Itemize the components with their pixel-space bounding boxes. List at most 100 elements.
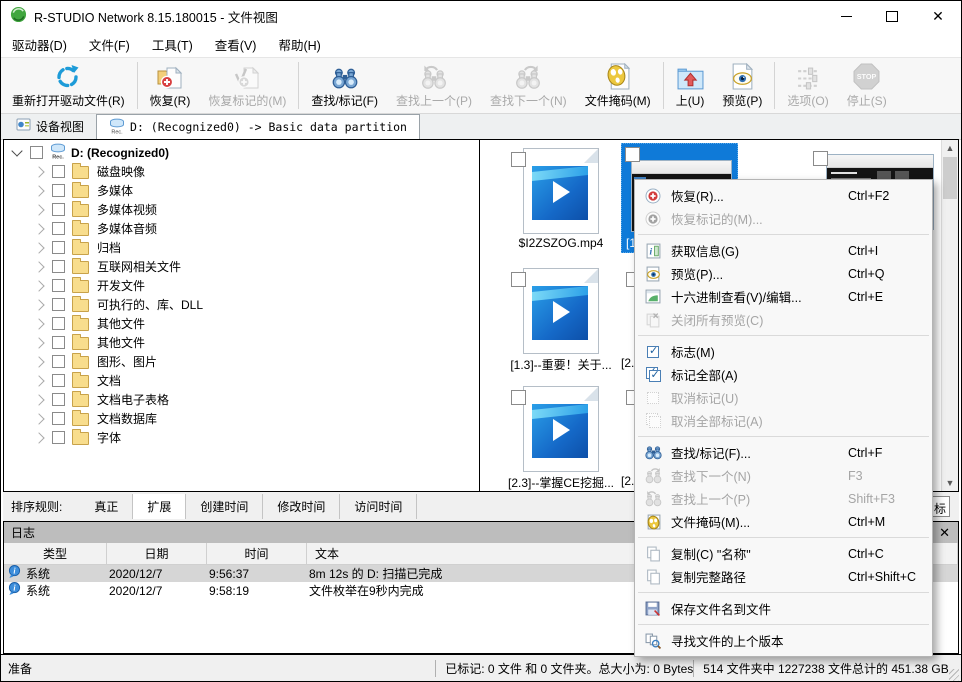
menu-drive[interactable]: 驱动器(D) — [1, 31, 78, 58]
resize-grip[interactable] — [949, 669, 959, 681]
tree-item-folder[interactable]: 可执行的、库、DLL — [4, 295, 479, 314]
checkbox[interactable] — [511, 152, 526, 167]
checkbox[interactable] — [813, 151, 828, 166]
menu-item-get-info[interactable]: i 获取信息(G)Ctrl+I — [635, 239, 932, 262]
chevron-right-icon[interactable] — [33, 432, 44, 443]
menu-tools[interactable]: 工具(T) — [141, 31, 204, 58]
tree-item-folder[interactable]: 其他文件 — [4, 333, 479, 352]
tab-recognized-partition[interactable]: Rec. D: (Recognized0) -> Basic data part… — [96, 114, 420, 139]
close-button[interactable]: ✕ — [915, 1, 961, 31]
checkbox[interactable] — [52, 355, 65, 368]
sort-tab-extensions[interactable]: 扩展 — [133, 494, 186, 519]
chevron-right-icon[interactable] — [33, 204, 44, 215]
menu-item-find-next[interactable]: 查找下一个(N)F3 — [635, 464, 932, 487]
checkbox[interactable] — [52, 412, 65, 425]
menu-item-unmark[interactable]: 取消标记(U) — [635, 386, 932, 409]
tree-item-folder[interactable]: 归档 — [4, 238, 479, 257]
checkbox[interactable] — [52, 431, 65, 444]
chevron-right-icon[interactable] — [33, 261, 44, 272]
sort-tab-modification-time[interactable]: 修改时间 — [263, 494, 340, 519]
checkbox[interactable] — [52, 298, 65, 311]
tab-device-view[interactable]: 设备视图 — [4, 114, 96, 139]
checkbox[interactable] — [52, 279, 65, 292]
checkbox[interactable] — [52, 241, 65, 254]
menu-item-recover[interactable]: 恢复(R)...Ctrl+F2 — [635, 184, 932, 207]
menu-item-close-all-previews[interactable]: 关闭所有预览(C) — [635, 308, 932, 331]
menu-item-mark[interactable]: 标志(M) — [635, 340, 932, 363]
tree-item-folder[interactable]: 文档电子表格 — [4, 390, 479, 409]
toolbar-button-recover[interactable]: 恢复(R) — [141, 58, 200, 113]
scroll-down-icon[interactable]: ▼ — [942, 475, 958, 491]
toolbar-button-preview[interactable]: 预览(P) — [713, 58, 771, 113]
checkbox[interactable] — [52, 336, 65, 349]
tree-item-folder[interactable]: 多媒体视频 — [4, 200, 479, 219]
menu-item-recover-marked[interactable]: 恢复标记的(M)... — [635, 207, 932, 230]
scroll-up-icon[interactable]: ▲ — [942, 140, 958, 156]
toolbar-button-file-mask[interactable]: 文件掩码(M) — [576, 58, 660, 113]
menu-item-mark-all[interactable]: 标记全部(A) — [635, 363, 932, 386]
log-column-time[interactable]: 时间 — [207, 543, 307, 564]
checkbox[interactable] — [511, 390, 526, 405]
menu-item-save-filenames[interactable]: 保存文件名到文件 — [635, 597, 932, 620]
log-column-date[interactable]: 日期 — [107, 543, 207, 564]
tree-item-folder[interactable]: 其他文件 — [4, 314, 479, 333]
checkbox[interactable] — [30, 146, 43, 159]
checkbox[interactable] — [52, 184, 65, 197]
chevron-right-icon[interactable] — [33, 394, 44, 405]
tree-root-drive[interactable]: Rec. D: (Recognized0) — [4, 143, 479, 162]
menu-file[interactable]: 文件(F) — [78, 31, 141, 58]
menu-item-copy-name[interactable]: 复制(C) "名称"Ctrl+C — [635, 542, 932, 565]
menu-view[interactable]: 查看(V) — [204, 31, 268, 58]
chevron-right-icon[interactable] — [33, 166, 44, 177]
checkbox[interactable] — [511, 272, 526, 287]
tree-item-folder[interactable]: 磁盘映像 — [4, 162, 479, 181]
checkbox[interactable] — [52, 393, 65, 406]
chevron-right-icon[interactable] — [33, 375, 44, 386]
menu-item-hex-view[interactable]: 十六进制查看(V)/编辑...Ctrl+E — [635, 285, 932, 308]
checkbox[interactable] — [52, 260, 65, 273]
tree-item-folder[interactable]: 开发文件 — [4, 276, 479, 295]
checkbox[interactable] — [52, 317, 65, 330]
sort-tab-access-time[interactable]: 访问时间 — [340, 494, 417, 519]
tree-item-folder[interactable]: 图形、图片 — [4, 352, 479, 371]
log-close-icon[interactable]: ✕ — [939, 525, 950, 541]
menu-item-find-previous[interactable]: 查找上一个(P)Shift+F3 — [635, 487, 932, 510]
chevron-right-icon[interactable] — [33, 299, 44, 310]
menu-item-file-mask[interactable]: 文件掩码(M)...Ctrl+M — [635, 510, 932, 533]
toolbar-button-reopen-drive-files[interactable]: 重新打开驱动文件(R) — [3, 58, 134, 113]
tree-item-folder[interactable]: 多媒体音频 — [4, 219, 479, 238]
checkbox[interactable] — [52, 203, 65, 216]
checkbox[interactable] — [52, 374, 65, 387]
menu-item-preview[interactable]: 预览(P)...Ctrl+Q — [635, 262, 932, 285]
chevron-right-icon[interactable] — [33, 242, 44, 253]
file-item[interactable]: [2.3]--掌握CE挖掘... — [490, 382, 632, 494]
vertical-scrollbar[interactable]: ▲ ▼ — [941, 140, 958, 491]
chevron-right-icon[interactable] — [33, 223, 44, 234]
file-item[interactable]: $I2ZSZOG.mp4 — [490, 144, 632, 256]
toolbar-button-up[interactable]: 上(U) — [667, 58, 714, 113]
sort-tab-creation-time[interactable]: 创建时间 — [186, 494, 263, 519]
menu-item-unmark-all[interactable]: 取消全部标记(A) — [635, 409, 932, 432]
tree-item-folder[interactable]: 字体 — [4, 428, 479, 447]
tree-item-folder[interactable]: 文档 — [4, 371, 479, 390]
chevron-right-icon[interactable] — [33, 318, 44, 329]
menu-item-find-previous-versions[interactable]: 寻找文件的上个版本 — [635, 629, 932, 652]
chevron-right-icon[interactable] — [33, 280, 44, 291]
sort-tab-real[interactable]: 真正 — [80, 494, 133, 519]
minimize-button[interactable] — [823, 1, 869, 31]
tree-item-folder[interactable]: 文档数据库 — [4, 409, 479, 428]
checkbox[interactable] — [52, 165, 65, 178]
log-column-type[interactable]: 类型 — [4, 543, 107, 564]
chevron-right-icon[interactable] — [33, 337, 44, 348]
file-item[interactable]: [1.3]--重要！关于... — [490, 264, 632, 376]
menu-help[interactable]: 帮助(H) — [267, 31, 331, 58]
toolbar-button-find-mark[interactable]: 查找/标记(F) — [302, 58, 387, 113]
menu-item-copy-full-path[interactable]: 复制完整路径Ctrl+Shift+C — [635, 565, 932, 588]
menu-item-find-mark[interactable]: 查找/标记(F)...Ctrl+F — [635, 441, 932, 464]
chevron-right-icon[interactable] — [33, 413, 44, 424]
chevron-right-icon[interactable] — [33, 185, 44, 196]
tree-item-folder[interactable]: 多媒体 — [4, 181, 479, 200]
chevron-down-icon[interactable] — [11, 145, 22, 156]
chevron-right-icon[interactable] — [33, 356, 44, 367]
tree-item-folder[interactable]: 互联网相关文件 — [4, 257, 479, 276]
